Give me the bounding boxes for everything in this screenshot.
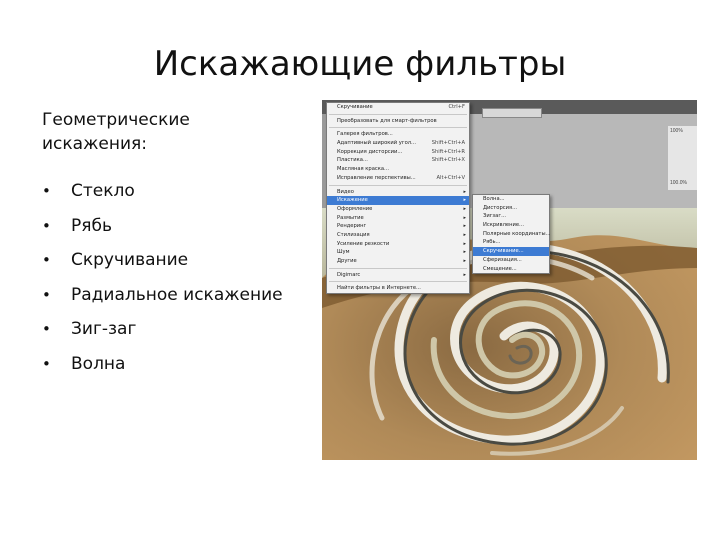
bullet-item: • Рябь: [42, 209, 322, 244]
submenu-arrow-icon: ▸: [463, 188, 466, 195]
bullet-text: Зиг-заг: [71, 319, 137, 339]
submenu-item-displace[interactable]: Смещение...: [473, 265, 549, 274]
submenu-arrow-icon: ▸: [463, 214, 466, 221]
menu-separator: [329, 267, 467, 269]
bullet-item: • Волна: [42, 347, 322, 382]
bullet-dot: •: [42, 285, 51, 304]
submenu-item-spherize[interactable]: Сферизация...: [473, 256, 549, 265]
options-field: [482, 108, 542, 118]
subheading: Геометрические искажения:: [42, 108, 282, 156]
menu-item-stylize[interactable]: Стилизация ▸: [327, 231, 469, 240]
submenu-item-shear[interactable]: Искривление...: [473, 221, 549, 230]
submenu-item-twirl[interactable]: Скручивание...: [473, 247, 549, 256]
bullet-dot: •: [42, 251, 51, 269]
bullet-text: Волна: [71, 353, 126, 374]
menu-item-last-filter[interactable]: Скручивание Ctrl+F: [327, 103, 469, 112]
slide-title: Искажающие фильтры: [153, 44, 567, 84]
bullet-item: • Скручивание: [42, 243, 322, 278]
bullet-text: Стекло: [71, 181, 135, 201]
menu-item-convert-smart-filters[interactable]: Преобразовать для смарт-фильтров: [327, 117, 469, 126]
subheading-line-2: искажения:: [42, 134, 147, 154]
bullet-text: Рябь: [71, 215, 112, 236]
menu-separator: [329, 281, 467, 283]
menu-separator: [329, 127, 467, 129]
bullet-item: • Радиальное искажение: [42, 278, 322, 313]
bullet-dot: •: [42, 354, 51, 373]
bullet-dot: •: [42, 182, 51, 200]
panel-label-bottom: 100.0%: [670, 180, 687, 186]
menu-item-distort[interactable]: Искажение ▸: [327, 196, 469, 205]
menu-item-lens-correction[interactable]: Коррекция дисторсии... Shift+Ctrl+R: [327, 148, 469, 157]
bullet-text: Радиальное искажение: [71, 284, 283, 305]
bullet-dot: •: [42, 216, 51, 235]
submenu-item-ripple[interactable]: Рябь...: [473, 238, 549, 247]
menu-item-adaptive-wide-angle[interactable]: Адаптивный широкий угол... Shift+Ctrl+A: [327, 139, 469, 148]
menu-item-browse-filters-online[interactable]: Найти фильтры в Интернете...: [327, 284, 469, 293]
submenu-item-pinch[interactable]: Дисторсия...: [473, 204, 549, 213]
menu-item-oil-paint[interactable]: Масляная краска...: [327, 165, 469, 174]
menu-item-stylize-pixelate[interactable]: Оформление ▸: [327, 205, 469, 214]
submenu-arrow-icon: ▸: [463, 197, 466, 204]
filter-menu: Скручивание Ctrl+F Преобразовать для смар…: [326, 102, 470, 295]
menu-item-other[interactable]: Другие ▸: [327, 257, 469, 266]
submenu-arrow-icon: ▸: [463, 231, 466, 238]
submenu-item-polar-coordinates[interactable]: Полярные координаты...: [473, 230, 551, 239]
menu-separator: [329, 113, 467, 115]
menu-item-blur[interactable]: Размытие ▸: [327, 214, 469, 223]
menu-item-sharpen[interactable]: Усиление резкости ▸: [327, 240, 469, 249]
menu-separator: [329, 184, 467, 186]
bullet-list: • Стекло • Рябь • Скручивание • Радиальное и…: [42, 174, 322, 381]
submenu-item-zigzag[interactable]: Зигзаг...: [473, 212, 549, 221]
subheading-line-1: Геометрические: [42, 110, 190, 130]
submenu-arrow-icon: ▸: [463, 240, 466, 247]
bullet-text: Скручивание: [71, 250, 189, 270]
submenu-arrow-icon: ▸: [463, 249, 466, 256]
submenu-item-wave[interactable]: Волна...: [473, 195, 549, 204]
menu-item-render[interactable]: Рендеринг ▸: [327, 222, 469, 231]
photoshop-screenshot: 100% 100.0% Скручивание Ctrl+F Преобразо…: [322, 100, 697, 460]
menu-item-vanishing-point[interactable]: Исправление перспективы... Alt+Ctrl+V: [327, 174, 469, 183]
menu-item-filter-gallery[interactable]: Галерея фильтров...: [327, 130, 469, 139]
submenu-arrow-icon: ▸: [463, 205, 466, 212]
submenu-arrow-icon: ▸: [463, 271, 466, 278]
panel-label-top: 100%: [670, 128, 683, 134]
menu-item-noise[interactable]: Шум ▸: [327, 248, 469, 257]
submenu-arrow-icon: ▸: [463, 223, 466, 230]
bullet-item: • Стекло: [42, 174, 322, 209]
menu-item-digimarc[interactable]: Digimarc ▸: [327, 271, 469, 280]
distort-submenu: Волна... Дисторсия... Зигзаг... Искривле…: [472, 194, 551, 275]
navigator-panel: 100% 100.0%: [668, 126, 697, 190]
submenu-arrow-icon: ▸: [463, 258, 466, 264]
menu-item-video[interactable]: Видео ▸: [327, 188, 469, 197]
bullet-dot: •: [42, 320, 51, 338]
bullet-item: • Зиг-заг: [42, 312, 322, 347]
menu-item-liquify[interactable]: Пластика... Shift+Ctrl+X: [327, 156, 469, 165]
